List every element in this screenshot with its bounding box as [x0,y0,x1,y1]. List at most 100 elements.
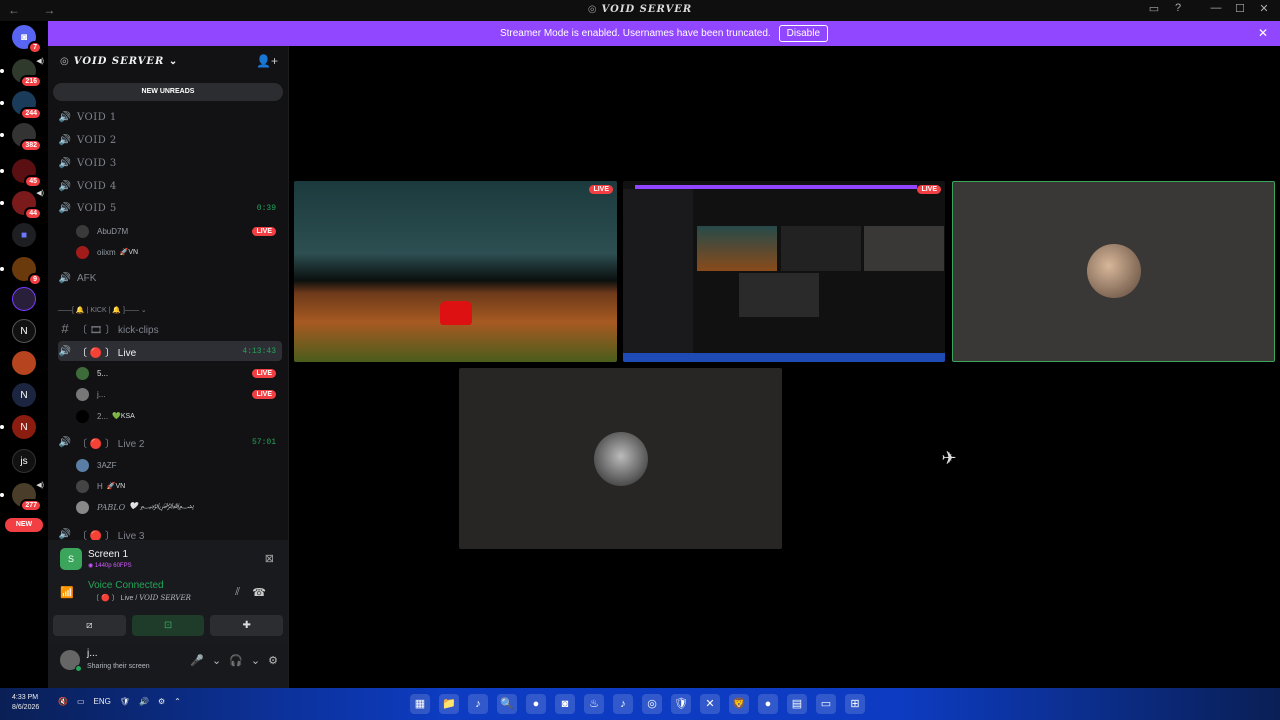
new-unreads-button[interactable]: NEW UNREADS [53,83,283,101]
taskbar-app-icon[interactable]: ▦ [410,694,430,714]
taskbar-app-icon[interactable]: ● [526,694,546,714]
folder-icon[interactable]: ■ [12,223,36,247]
clock[interactable]: 4:33 PM 8/6/2026 [12,693,39,713]
user-panel: S Screen 1 ◉ 1440p 60FPS ⊠ 📶 Voice Conne… [48,540,288,688]
activities-button[interactable]: ✚ [210,615,284,636]
settings-icon[interactable]: ⚙ [158,697,165,706]
help-icon[interactable]: ? [1166,2,1190,15]
volume-icon[interactable]: 🔊 [139,697,149,706]
text-channel[interactable]: # 〔 🎞 〕 kick-clips [58,319,282,337]
settings-gear-icon[interactable]: ⚙ [268,654,278,667]
participant-tile[interactable] [459,368,782,549]
xbox-icon[interactable]: ✕ [700,694,720,714]
participant-tile-speaking[interactable] [952,181,1275,362]
search-icon[interactable]: 🔍 [497,694,517,714]
screen-share-button[interactable]: ⊡ [131,615,205,636]
invite-people-icon[interactable]: 👤+ [256,54,278,68]
stream-tile-screen[interactable]: LIVE [623,181,945,362]
mute-icon[interactable]: 🔇 [58,697,68,706]
server-logo-icon: ◎ [60,56,70,67]
stop-stream-icon[interactable]: ⊠ [265,552,274,565]
discord-notification-icon[interactable]: ◎ [642,694,662,714]
avatar [76,500,89,514]
stream-quality[interactable]: ◉ 1440p 60FPS [88,562,132,569]
category-kick[interactable]: ——[ 🔔 | KICK | 🔔 ]—— ⌄ [58,306,147,314]
voice-user[interactable]: PABLO 🤍 ﷽ [76,498,282,516]
file-explorer-icon[interactable]: 📁 [439,694,459,714]
voice-user[interactable]: 5... LIVE [76,364,282,382]
shield-icon[interactable]: 🛡 [120,697,130,706]
discord-icon[interactable]: ◙ [555,694,575,714]
server-list: ◙ 7 ◀) 216 244 382 45 ◀) 44 ■ 9 N N N js ◀)… [0,21,48,688]
disconnect-icon[interactable]: ☎ [252,586,266,599]
brave-icon[interactable]: 🦁 [729,694,749,714]
voice-user[interactable]: 2... 💚KSA [76,407,282,425]
server-icon[interactable]: N [12,383,36,407]
user-tag: 🚀VN [106,483,126,490]
banner-text: Streamer Mode is enabled. Usernames have… [499,28,771,39]
server-header[interactable]: ◎ VOID SERVER ⌄ 👤+ [48,46,288,78]
server-icon[interactable]: ◀) 216 [0,58,44,88]
voice-channel[interactable]: 🔊 〔 🔴 〕 Live 2 57:01 [58,433,282,451]
window-icon[interactable]: ▭ [816,694,836,714]
signal-icon[interactable]: 📶 [60,586,74,599]
voice-channel[interactable]: 🔊 VOID 4 [58,177,282,195]
server-icon[interactable]: N [0,415,36,439]
server-icon[interactable]: 382 [0,123,42,152]
voice-channel-path[interactable]: 〔 🔴 〕 Live / VOID SERVER [92,593,191,603]
server-icon[interactable]: 45 [0,159,42,188]
server-icon[interactable]: N [12,319,36,343]
chevron-up-icon[interactable]: ⌃ [174,697,181,706]
minimize-icon[interactable]: — [1204,2,1228,15]
server-icon[interactable]: js [12,449,36,473]
voice-user[interactable]: oiixm 🚀VN [76,243,282,261]
chevron-down-icon[interactable]: ⌄ [251,654,260,667]
new-unreads-pill[interactable]: NEW [5,518,43,532]
disable-streamer-mode-button[interactable]: Disable [778,25,829,42]
stream-tile-game[interactable]: LIVE [294,181,617,362]
headphones-icon[interactable]: 🎧 [229,654,243,667]
server-icon[interactable] [12,287,36,311]
user-controls: 🎤 ⌄ 🎧 ⌄ ⚙ [190,654,278,667]
nested-tile [781,226,861,271]
inbox-icon[interactable]: ▭ [1142,2,1166,15]
music-app-icon[interactable]: ♪ [468,694,488,714]
voice-status[interactable]: Voice Connected [88,580,164,591]
server-icon[interactable]: ◀) 277 [0,482,44,512]
close-window-icon[interactable]: ✕ [1252,2,1276,15]
voice-user[interactable]: AbuD7M LIVE [76,222,282,240]
steam-icon[interactable]: ♨ [584,694,604,714]
camera-off-button[interactable]: ⧄ [53,615,126,636]
direct-messages-icon[interactable]: ◙ 7 [12,25,42,54]
noise-suppression-icon[interactable]: ⫽ [235,586,240,599]
voice-user[interactable]: 3AZF [76,456,282,474]
speaker-icon: 🔊 [58,436,72,448]
voice-user[interactable]: j... LIVE [76,385,282,403]
voice-channel[interactable]: 🔊 VOID 2 [58,131,282,149]
server-icon[interactable] [12,351,36,375]
microphone-icon[interactable]: 🎤 [190,654,204,667]
language-indicator[interactable]: ENG [94,697,111,706]
chrome-icon[interactable]: ● [758,694,778,714]
maximize-icon[interactable]: ☐ [1228,2,1252,15]
voice-channel[interactable]: 🔊 VOID 5 0:39 [58,199,282,217]
windows-start-icon[interactable]: ⊞ [845,694,865,714]
close-banner-icon[interactable]: ✕ [1258,26,1268,40]
store-icon[interactable]: ▤ [787,694,807,714]
server-icon[interactable]: ◀) 44 [0,190,44,220]
voice-channel-live[interactable]: 🔊 〔 🔴 〕 Live 4:13:43 [58,341,282,361]
participant-tile[interactable]: ✈ [788,368,1111,549]
voice-user[interactable]: H 🚀VN [76,477,282,495]
server-icon[interactable]: 9 [0,257,42,286]
avatar [76,245,89,259]
voice-channel[interactable]: 🔊 AFK [58,269,282,287]
vpn-icon[interactable]: 🛡 [671,694,691,714]
voice-channel[interactable]: 🔊 VOID 3 [58,154,282,172]
avatar [76,479,89,493]
chevron-down-icon[interactable]: ⌄ [212,654,221,667]
tiktok-icon[interactable]: ♪ [613,694,633,714]
voice-channel[interactable]: 🔊 VOID 1 [58,108,282,126]
display-icon[interactable]: ▭ [77,697,85,706]
username[interactable]: j... [87,648,98,659]
server-icon[interactable]: 244 [0,91,42,120]
